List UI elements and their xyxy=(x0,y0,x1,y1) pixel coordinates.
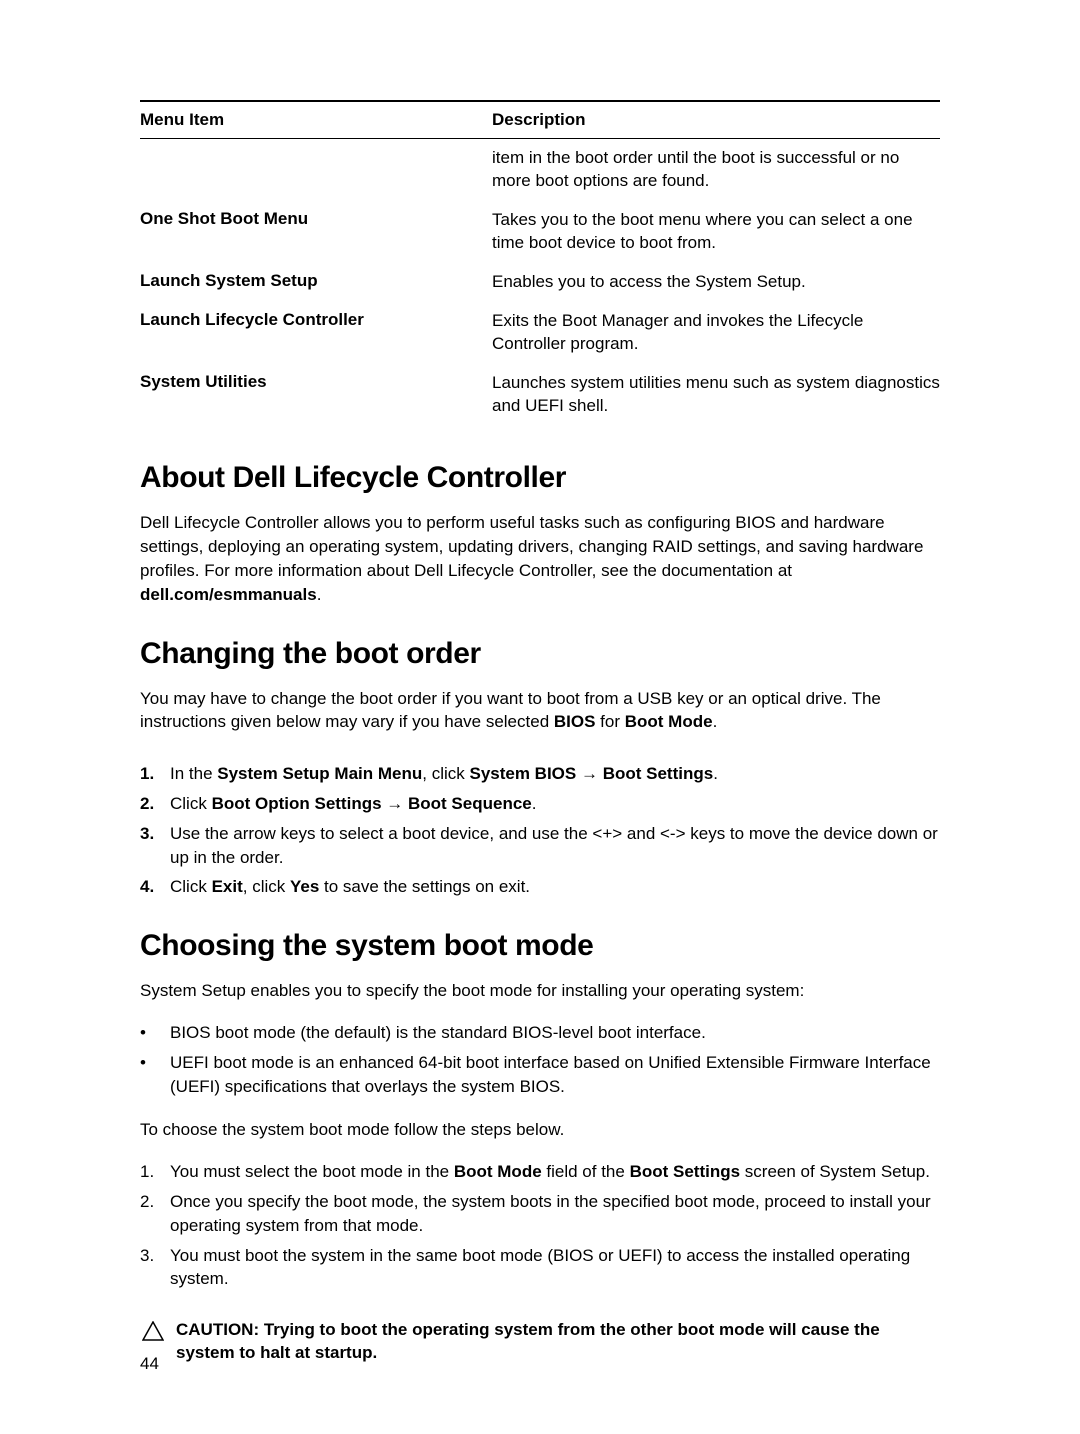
menu-item-name: Launch Lifecycle Controller xyxy=(140,310,492,356)
step: 2. Once you specify the boot mode, the s… xyxy=(140,1190,940,1238)
step: 3. Use the arrow keys to select a boot d… xyxy=(140,822,940,870)
table-row: System Utilities Launches system utiliti… xyxy=(140,364,940,426)
menu-item-desc: Exits the Boot Manager and invokes the L… xyxy=(492,310,940,356)
menu-item-desc: Enables you to access the System Setup. xyxy=(492,271,940,294)
step: 3. You must boot the system in the same … xyxy=(140,1244,940,1292)
menu-item-name: One Shot Boot Menu xyxy=(140,209,492,255)
menu-item-name xyxy=(140,147,492,193)
table-row: Launch System Setup Enables you to acces… xyxy=(140,263,940,302)
menu-item-name: System Utilities xyxy=(140,372,492,418)
table-row: Launch Lifecycle Controller Exits the Bo… xyxy=(140,302,940,364)
bullet-item: •BIOS boot mode (the default) is the sta… xyxy=(140,1021,940,1045)
heading-changing-boot-order: Changing the boot order xyxy=(140,637,940,671)
page-number: 44 xyxy=(140,1354,159,1374)
step: 1. You must select the boot mode in the … xyxy=(140,1160,940,1184)
boot-mode-intro: System Setup enables you to specify the … xyxy=(140,979,940,1003)
boot-order-paragraph: You may have to change the boot order if… xyxy=(140,687,940,735)
section-changing-boot-order: Changing the boot order You may have to … xyxy=(140,637,940,900)
boot-mode-bullets: •BIOS boot mode (the default) is the sta… xyxy=(140,1021,940,1098)
section-choosing-boot-mode: Choosing the system boot mode System Set… xyxy=(140,929,940,1365)
heading-choosing-boot-mode: Choosing the system boot mode xyxy=(140,929,940,963)
menu-item-desc: Launches system utilities menu such as s… xyxy=(492,372,940,418)
section-about-lifecycle: About Dell Lifecycle Controller Dell Lif… xyxy=(140,461,940,606)
caution-text: CAUTION: Trying to boot the operating sy… xyxy=(176,1319,940,1365)
table-row: item in the boot order until the boot is… xyxy=(140,139,940,201)
menu-item-desc: Takes you to the boot menu where you can… xyxy=(492,209,940,255)
step: 2. Click Boot Option Settings → Boot Seq… xyxy=(140,792,940,816)
table-header-row: Menu Item Description xyxy=(140,100,940,139)
step: 4. Click Exit, click Yes to save the set… xyxy=(140,875,940,899)
th-menu: Menu Item xyxy=(140,110,492,130)
caution-block: CAUTION: Trying to boot the operating sy… xyxy=(140,1319,940,1365)
boot-order-steps: 1. In the System Setup Main Menu, click … xyxy=(140,762,940,899)
lifecycle-paragraph: Dell Lifecycle Controller allows you to … xyxy=(140,511,940,606)
step: 1. In the System Setup Main Menu, click … xyxy=(140,762,940,786)
menu-item-desc: item in the boot order until the boot is… xyxy=(492,147,940,193)
boot-mode-follow: To choose the system boot mode follow th… xyxy=(140,1118,940,1142)
th-desc: Description xyxy=(492,110,940,130)
menu-item-name: Launch System Setup xyxy=(140,271,492,294)
bullet-item: •UEFI boot mode is an enhanced 64-bit bo… xyxy=(140,1051,940,1099)
menu-table: Menu Item Description item in the boot o… xyxy=(140,100,940,425)
boot-mode-steps: 1. You must select the boot mode in the … xyxy=(140,1160,940,1291)
heading-about-lifecycle: About Dell Lifecycle Controller xyxy=(140,461,940,495)
table-row: One Shot Boot Menu Takes you to the boot… xyxy=(140,201,940,263)
